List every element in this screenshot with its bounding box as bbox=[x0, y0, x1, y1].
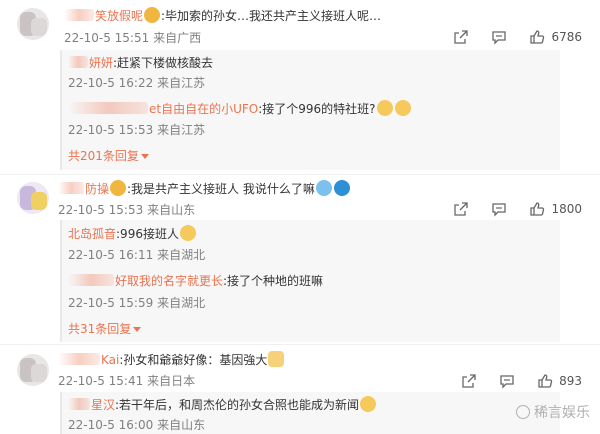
reply-text: :996接班人 bbox=[116, 227, 179, 241]
thumbs-up-icon[interactable] bbox=[529, 29, 545, 45]
reply-time: 22-10-5 16:11 bbox=[68, 248, 154, 262]
reply-location: 来自湖北 bbox=[157, 248, 206, 262]
watermark-logo-icon bbox=[516, 405, 530, 419]
comment-text: :孙女和爺爺好像：基因強大 bbox=[119, 353, 268, 367]
reply-meta: 22-10-5 16:00 来自山东 bbox=[68, 417, 205, 433]
more-replies-label: 共31条回复 bbox=[68, 322, 132, 336]
comment-actions: 6786 bbox=[431, 29, 582, 45]
watermark: 稀言娱乐 bbox=[516, 402, 590, 422]
reply-meta: 22-10-5 16:22 来自江苏 bbox=[68, 75, 205, 91]
reply-username[interactable]: 好取我的名字就更长 bbox=[68, 273, 223, 289]
comment-location: 来自山东 bbox=[147, 203, 196, 217]
heart-eyes-emoji-icon bbox=[110, 180, 127, 196]
avatar[interactable] bbox=[17, 354, 49, 386]
comment-username[interactable]: Kai bbox=[58, 352, 119, 368]
like-count: 6786 bbox=[551, 30, 582, 44]
heart-eyes-emoji-icon bbox=[144, 7, 161, 23]
comment-meta: 22-10-5 15:41 来自日本 bbox=[58, 373, 195, 389]
reply-time: 22-10-5 15:53 bbox=[68, 123, 154, 137]
reply-list: 星汉:若干年后，和周杰伦的孙女合照也能成为新闻 22-10-5 16:00 来自… bbox=[60, 392, 560, 434]
comment-icon[interactable] bbox=[491, 29, 507, 45]
comment-time: 22-10-5 15:51 bbox=[64, 31, 150, 45]
like-count: 1800 bbox=[551, 202, 582, 216]
comment-location: 来自日本 bbox=[147, 374, 196, 388]
reply-meta: 22-10-5 16:11 来自湖北 bbox=[68, 247, 205, 263]
comment-actions: 1800 bbox=[431, 201, 582, 217]
more-replies-link[interactable]: 共31条回复 bbox=[68, 321, 142, 337]
reply-time: 22-10-5 16:00 bbox=[68, 418, 154, 432]
reply-text: :赶紧下楼做核酸去 bbox=[113, 56, 214, 70]
like-count: 893 bbox=[559, 374, 582, 388]
reply-text: :若干年后，和周杰伦的孙女合照也能成为新闻 bbox=[115, 398, 360, 412]
reply-item: 星汉:若干年后，和周杰伦的孙女合照也能成为新闻 bbox=[68, 396, 377, 413]
caret-down-icon bbox=[140, 154, 149, 159]
cat-emoji-icon bbox=[394, 100, 411, 116]
reply-meta: 22-10-5 15:53 来自江苏 bbox=[68, 122, 205, 138]
reply-location: 来自山东 bbox=[157, 418, 206, 432]
share-icon[interactable] bbox=[453, 29, 469, 45]
reply-item: 妍妍:赶紧下楼做核酸去 bbox=[68, 55, 213, 71]
avatar[interactable] bbox=[17, 182, 49, 214]
reply-item: 北岛孤音:996接班人 bbox=[68, 225, 197, 242]
share-icon[interactable] bbox=[453, 201, 469, 217]
comment-icon[interactable] bbox=[499, 373, 515, 389]
comment-actions: 893 bbox=[439, 373, 582, 389]
watermark-text: 稀言娱乐 bbox=[534, 405, 590, 421]
reply-item: 好取我的名字就更长:接了个种地的班嘛 bbox=[68, 273, 323, 289]
reply-time: 22-10-5 15:59 bbox=[68, 296, 154, 310]
reply-time: 22-10-5 16:22 bbox=[68, 76, 154, 90]
reply-text: :接了个种地的班嘛 bbox=[223, 274, 324, 288]
divider bbox=[0, 174, 600, 175]
reply-item: et自由自在的小UFO:接了个996的特社班? bbox=[68, 100, 412, 117]
caret-down-icon bbox=[133, 327, 142, 332]
share-icon[interactable] bbox=[461, 373, 477, 389]
reply-location: 来自湖北 bbox=[157, 296, 206, 310]
more-replies-label: 共201条回复 bbox=[68, 149, 139, 163]
doraemon-emoji-icon bbox=[333, 180, 350, 196]
reply-text: :接了个996的特社班? bbox=[258, 102, 376, 116]
reply-list: 北岛孤音:996接班人 22-10-5 16:11 来自湖北 好取我的名字就更长… bbox=[60, 220, 560, 342]
divider bbox=[0, 344, 600, 345]
comment-icon[interactable] bbox=[491, 201, 507, 217]
thumbs-up-icon[interactable] bbox=[529, 201, 545, 217]
comment-text: :我是共产主义接班人 我说什么了嘛 bbox=[127, 182, 315, 196]
comment-username[interactable]: 防操 bbox=[58, 181, 109, 197]
reply-location: 来自江苏 bbox=[157, 76, 206, 90]
comment-meta: 22-10-5 15:53 来自山东 bbox=[58, 202, 195, 218]
comment-text: :毕加索的孙女…我还共产主义接班人呢… bbox=[161, 9, 382, 23]
reply-username[interactable]: 妍妍 bbox=[68, 55, 113, 71]
comment-meta: 22-10-5 15:51 来自广西 bbox=[64, 30, 201, 46]
reply-list: 妍妍:赶紧下楼做核酸去 22-10-5 16:22 来自江苏 et自由自在的小U… bbox=[60, 50, 560, 170]
comment-username[interactable]: 笑放假呢 bbox=[64, 8, 143, 24]
comment-time: 22-10-5 15:41 bbox=[58, 374, 144, 388]
comment-location: 来自广西 bbox=[153, 31, 202, 45]
cat-emoji-icon bbox=[360, 396, 377, 412]
cat-emoji-icon bbox=[376, 100, 393, 116]
more-replies-link[interactable]: 共201条回复 bbox=[68, 148, 149, 164]
comment-time: 22-10-5 15:53 bbox=[58, 203, 144, 217]
avatar[interactable] bbox=[17, 8, 49, 40]
reply-meta: 22-10-5 15:59 来自湖北 bbox=[68, 295, 205, 311]
reply-location: 来自江苏 bbox=[157, 123, 206, 137]
crying-emoji-icon bbox=[315, 180, 332, 196]
cat-emoji-icon bbox=[179, 225, 196, 241]
reply-username[interactable]: 星汉 bbox=[68, 397, 115, 413]
thumbs-up-icon[interactable] bbox=[537, 373, 553, 389]
reply-username[interactable]: 北岛孤音 bbox=[68, 226, 116, 242]
reply-username[interactable]: et自由自在的小UFO bbox=[68, 101, 258, 117]
thumbs-up-emoji-icon bbox=[268, 351, 285, 367]
